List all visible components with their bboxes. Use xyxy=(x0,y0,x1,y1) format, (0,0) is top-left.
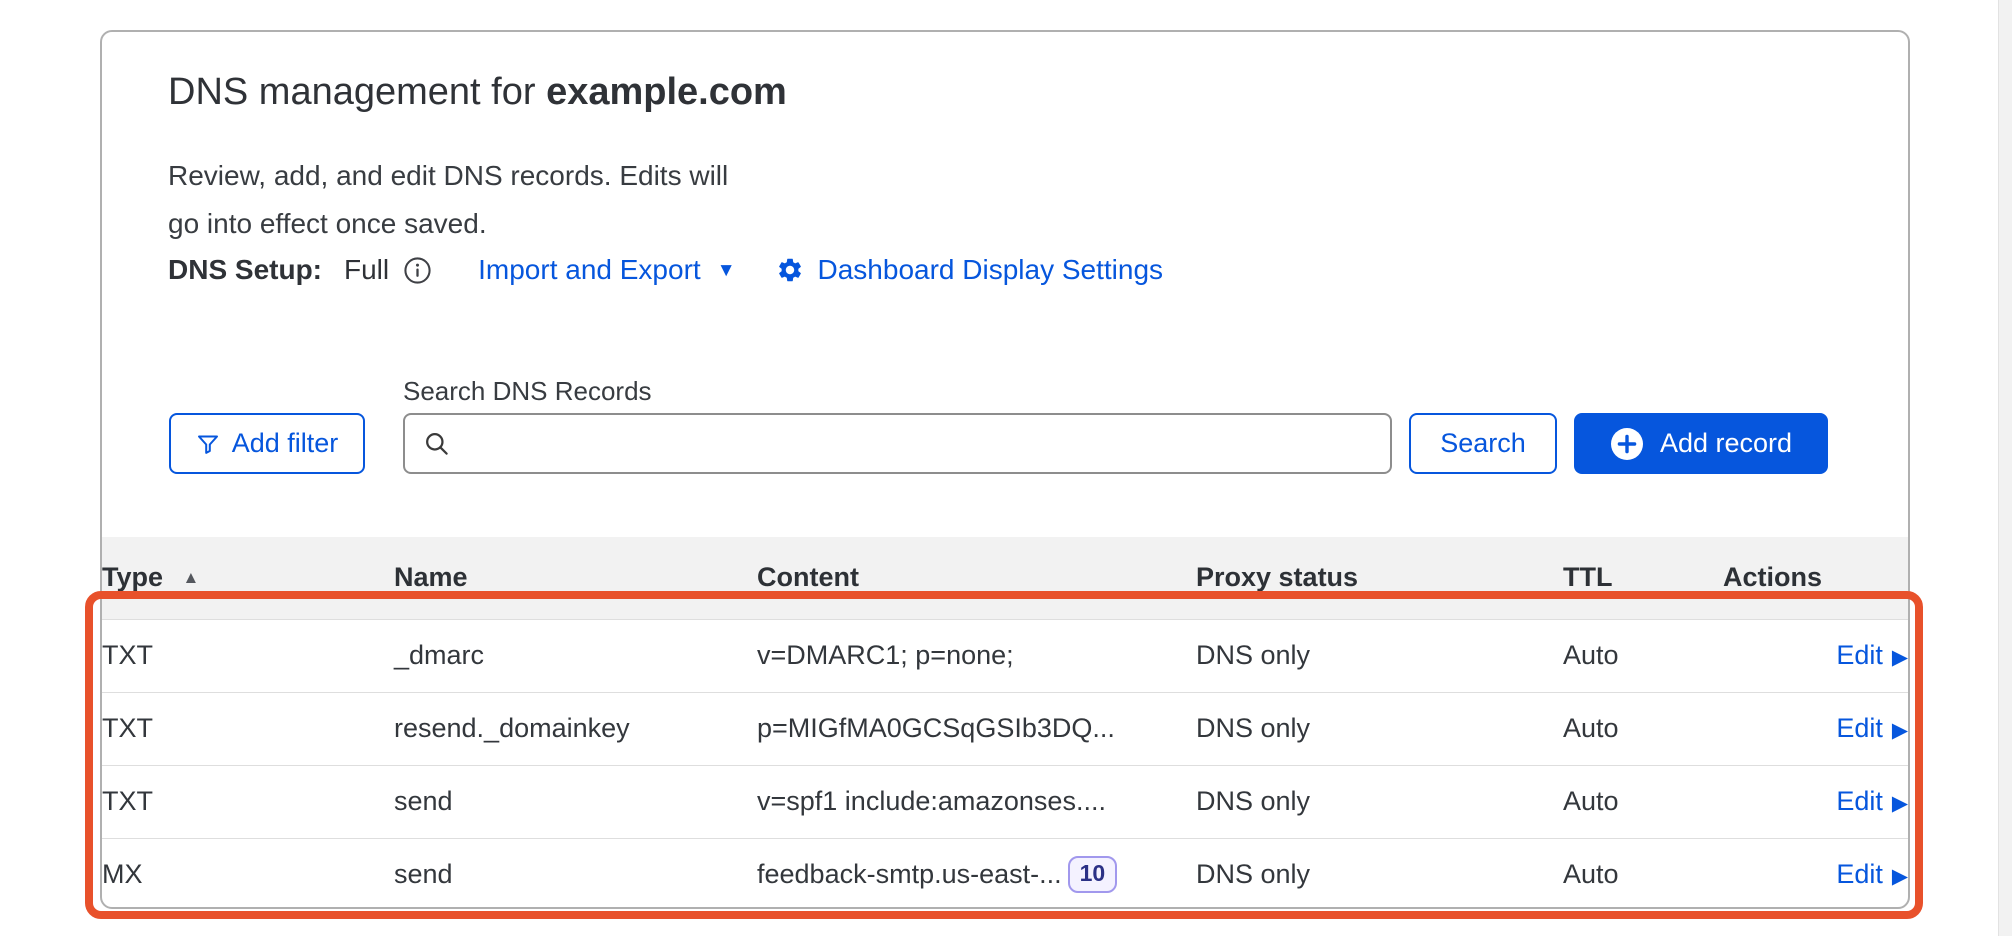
column-header-type[interactable]: Type ▲ xyxy=(102,537,394,619)
search-button-label: Search xyxy=(1440,428,1526,459)
dashboard-display-settings-label: Dashboard Display Settings xyxy=(818,254,1164,286)
record-type: TXT xyxy=(102,619,394,692)
info-icon[interactable] xyxy=(403,256,432,285)
table-header: Type ▲ Name Content Proxy status TTL Act… xyxy=(102,537,1908,619)
edit-arrow-icon: ▶ xyxy=(1892,719,1908,742)
priority-badge: 10 xyxy=(1068,856,1118,893)
edit-record-link[interactable]: Edit ▶ xyxy=(1836,859,1908,889)
record-actions-cell: Edit ▶ xyxy=(1723,619,1908,692)
edit-arrow-icon: ▶ xyxy=(1892,865,1908,888)
dns-management-card: DNS management for example.com Review, a… xyxy=(100,30,1910,909)
gear-icon xyxy=(776,256,804,284)
add-filter-button[interactable]: Add filter xyxy=(169,413,365,474)
record-content-cell: feedback-smtp.us-east-...10 xyxy=(757,838,1196,911)
record-content: feedback-smtp.us-east-... xyxy=(757,859,1062,889)
table-row: TXTsendv=spf1 include:amazonses.... DNS o… xyxy=(102,765,1908,838)
record-proxy-status: DNS only xyxy=(1196,619,1563,692)
record-type: TXT xyxy=(102,765,394,838)
record-name: resend._domainkey xyxy=(394,692,757,765)
add-record-button[interactable]: Add record xyxy=(1574,413,1828,474)
plus-circle-icon xyxy=(1610,427,1644,461)
import-export-label: Import and Export xyxy=(478,254,701,286)
page-subtitle: Review, add, and edit DNS records. Edits… xyxy=(168,152,728,248)
page-title: DNS management for example.com xyxy=(168,68,787,116)
search-records-label: Search DNS Records xyxy=(403,376,652,407)
column-header-name: Name xyxy=(394,537,757,619)
subtitle-line-1: Review, add, and edit DNS records. Edits… xyxy=(168,152,728,200)
record-name: send xyxy=(394,765,757,838)
dns-records-table: Type ▲ Name Content Proxy status TTL Act… xyxy=(102,537,1908,911)
record-proxy-status: DNS only xyxy=(1196,692,1563,765)
page-title-domain: example.com xyxy=(546,71,787,113)
table-row: TXTresend._domainkeyp=MIGfMA0GCSqGSIb3DQ… xyxy=(102,692,1908,765)
page-title-prefix: DNS management for xyxy=(168,71,546,113)
record-content: v=DMARC1; p=none; xyxy=(757,640,1014,670)
page-right-edge xyxy=(1998,0,2012,936)
chevron-down-icon: ▼ xyxy=(717,261,736,280)
filter-funnel-icon xyxy=(196,432,220,456)
sort-ascending-icon: ▲ xyxy=(183,568,200,587)
edit-record-link[interactable]: Edit ▶ xyxy=(1836,786,1908,816)
controls-row: Add filter Search xyxy=(102,413,1908,474)
record-ttl: Auto xyxy=(1563,619,1723,692)
dns-setup-label: DNS Setup: xyxy=(168,254,322,286)
dns-table-body: TXT_dmarcv=DMARC1; p=none;DNS onlyAutoEd… xyxy=(102,619,1908,911)
record-content: v=spf1 include:amazonses.... xyxy=(757,786,1106,816)
table-row: MXsendfeedback-smtp.us-east-...10DNS onl… xyxy=(102,838,1908,911)
search-input-wrap xyxy=(403,413,1392,474)
import-export-link[interactable]: Import and Export ▼ xyxy=(478,254,735,286)
column-header-type-label: Type xyxy=(102,562,163,592)
edit-arrow-icon: ▶ xyxy=(1892,646,1908,669)
table-row: TXT_dmarcv=DMARC1; p=none; DNS onlyAuto Ed… xyxy=(102,619,1908,692)
record-proxy-status: DNS only xyxy=(1196,765,1563,838)
edit-arrow-icon: ▶ xyxy=(1892,792,1908,815)
record-actions-cell: Edit ▶ xyxy=(1723,692,1908,765)
record-content: p=MIGfMA0GCSqGSIb3DQ... xyxy=(757,713,1115,743)
search-button[interactable]: Search xyxy=(1409,413,1557,474)
table-header-row: Type ▲ Name Content Proxy status TTL Act… xyxy=(102,537,1908,619)
edit-label: Edit xyxy=(1836,859,1883,889)
add-filter-label: Add filter xyxy=(232,428,339,459)
record-ttl: Auto xyxy=(1563,765,1723,838)
edit-label: Edit xyxy=(1836,713,1883,743)
column-header-actions: Actions xyxy=(1723,537,1908,619)
search-input[interactable] xyxy=(403,413,1392,474)
subtitle-line-2: go into effect once saved. xyxy=(168,200,728,248)
edit-label: Edit xyxy=(1836,786,1883,816)
record-ttl: Auto xyxy=(1563,692,1723,765)
edit-record-link[interactable]: Edit ▶ xyxy=(1836,640,1908,670)
record-ttl: Auto xyxy=(1563,838,1723,911)
record-proxy-status: DNS only xyxy=(1196,838,1563,911)
column-header-ttl: TTL xyxy=(1563,537,1723,619)
column-header-proxy-status: Proxy status xyxy=(1196,537,1563,619)
record-content-cell: p=MIGfMA0GCSqGSIb3DQ... xyxy=(757,692,1196,765)
edit-record-link[interactable]: Edit ▶ xyxy=(1836,713,1908,743)
dns-setup-value: Full xyxy=(344,254,389,286)
dns-setup-row: DNS Setup: Full Import and Export ▼ xyxy=(168,250,1163,290)
record-name: send xyxy=(394,838,757,911)
dashboard-display-settings-link[interactable]: Dashboard Display Settings xyxy=(776,254,1164,286)
add-record-label: Add record xyxy=(1660,428,1792,459)
record-type: TXT xyxy=(102,692,394,765)
record-type: MX xyxy=(102,838,394,911)
record-actions-cell: Edit ▶ xyxy=(1723,765,1908,838)
page: DNS management for example.com Review, a… xyxy=(0,0,2012,936)
record-content-cell: v=spf1 include:amazonses.... xyxy=(757,765,1196,838)
column-header-content: Content xyxy=(757,537,1196,619)
record-content-cell: v=DMARC1; p=none; xyxy=(757,619,1196,692)
record-actions-cell: Edit ▶ xyxy=(1723,838,1908,911)
record-name: _dmarc xyxy=(394,619,757,692)
edit-label: Edit xyxy=(1836,640,1883,670)
